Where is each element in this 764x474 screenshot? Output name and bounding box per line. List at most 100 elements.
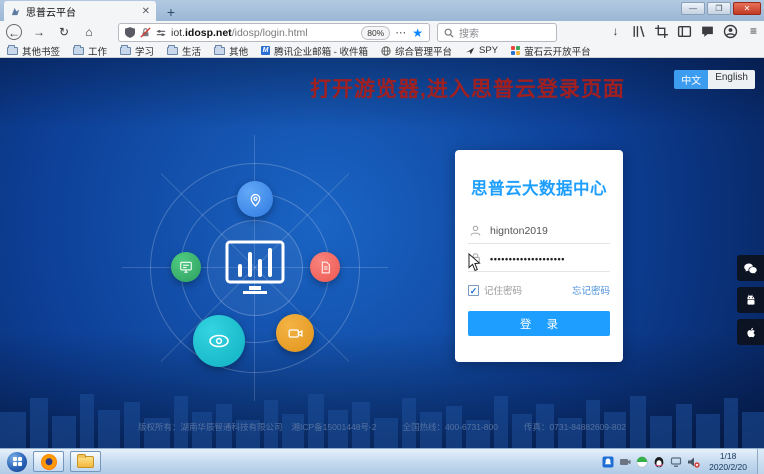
taskbar-firefox-button[interactable]	[33, 451, 64, 472]
permissions-icon[interactable]	[156, 28, 166, 38]
browser-navbar: ← → ↻ ⌂ iot.idosp.net/idosp/login.html 8…	[0, 21, 764, 44]
window-minimize-button[interactable]: —	[681, 2, 705, 15]
downloads-button[interactable]: ↓	[608, 24, 623, 39]
sidebar-icon[interactable]	[677, 24, 692, 39]
bookmark-folder[interactable]: 其他	[214, 44, 248, 58]
browser-tab[interactable]: 思普云平台 ✕	[4, 1, 156, 21]
username-value[interactable]: hignton2019	[490, 225, 548, 237]
windows-taskbar: 1/18 2020/2/20	[0, 448, 764, 474]
user-icon	[469, 224, 482, 237]
folder-icon	[167, 47, 178, 55]
show-desktop-button[interactable]	[757, 449, 764, 474]
search-placeholder: 搜索	[459, 25, 479, 40]
eye-bubble[interactable]	[193, 315, 245, 367]
forward-button[interactable]: →	[31, 24, 47, 40]
globe-icon	[381, 46, 391, 56]
document-icon	[319, 261, 332, 274]
android-app-button[interactable]	[737, 287, 764, 313]
library-icon[interactable]	[631, 24, 646, 39]
language-english-button[interactable]: English	[708, 70, 755, 89]
remember-password-option[interactable]: ✓ 记住密码	[468, 283, 522, 297]
app-download-buttons	[737, 255, 764, 345]
page-footer: 版权所有：湖南华辰智通科技有限公司 湘ICP备15001448号-2 全国热线：…	[0, 421, 764, 433]
home-button[interactable]: ⌂	[81, 24, 97, 40]
map-location-bubble[interactable]	[237, 181, 273, 217]
fax-text: 传真：0731-84882609-802	[524, 421, 626, 433]
account-icon[interactable]	[723, 24, 738, 39]
password-value[interactable]: ••••••••••••••••••••	[490, 254, 565, 264]
bookmark-platform[interactable]: 综合管理平台	[381, 44, 452, 58]
clock-time: 1/18	[709, 451, 747, 461]
tray-green-ball-icon[interactable]	[636, 456, 648, 468]
window-close-button[interactable]: ✕	[733, 2, 761, 15]
bookmarks-bar: 其他书签 工作 学习 生活 其他 M腾讯企业邮箱 - 收件箱 综合管理平台 SP…	[0, 44, 764, 58]
new-tab-button[interactable]: +	[160, 3, 182, 21]
url-display[interactable]: iot.idosp.net/idosp/login.html	[171, 27, 356, 39]
folder-icon	[214, 47, 225, 55]
wechat-icon	[743, 261, 758, 276]
username-field[interactable]: hignton2019	[468, 216, 610, 244]
video-camera-icon	[287, 325, 304, 342]
taskbar-explorer-button[interactable]	[70, 451, 101, 472]
monitor-icon	[179, 260, 193, 274]
forgot-password-link[interactable]: 忘记密码	[572, 283, 610, 297]
zoom-level-badge[interactable]: 80%	[361, 26, 390, 40]
eye-icon	[207, 329, 231, 353]
tab-close-icon[interactable]: ✕	[142, 6, 150, 17]
tray-network-icon[interactable]	[670, 456, 682, 468]
wechat-app-button[interactable]	[737, 255, 764, 281]
mouse-cursor	[468, 253, 481, 272]
login-button[interactable]: 登 录	[468, 311, 610, 336]
bookmark-folder[interactable]: 学习	[120, 44, 154, 58]
tab-title: 思普云平台	[26, 4, 137, 19]
firefox-icon	[41, 454, 57, 470]
bookmark-folder[interactable]: 工作	[73, 44, 107, 58]
folder-icon	[120, 47, 131, 55]
folder-explorer-icon	[77, 456, 94, 468]
remember-label: 记住密码	[484, 283, 522, 297]
screenshot-crop-icon[interactable]	[654, 24, 669, 39]
apple-app-button[interactable]	[737, 319, 764, 345]
taskbar-clock[interactable]: 1/18 2020/2/20	[709, 451, 747, 471]
system-tray: 1/18 2020/2/20	[602, 449, 764, 474]
messages-icon[interactable]	[700, 24, 715, 39]
language-chinese-button[interactable]: 中文	[674, 70, 708, 89]
remember-checkbox[interactable]: ✓	[468, 285, 479, 296]
mail-icon: M	[261, 46, 270, 55]
tray-qq-icon[interactable]	[653, 456, 665, 468]
video-camera-bubble[interactable]	[276, 314, 314, 352]
tab-favicon-icon	[10, 6, 21, 17]
password-field[interactable]: ••••••••••••••••••••	[468, 244, 610, 272]
spy-icon	[465, 46, 475, 56]
search-input[interactable]: 搜索	[437, 23, 557, 42]
tray-device-icon[interactable]	[619, 456, 631, 468]
login-page: 打开游览器,进入思普云登录页面 中文 English	[0, 58, 764, 448]
bookmark-spy[interactable]: SPY	[465, 45, 498, 56]
folder-icon	[7, 47, 18, 55]
shield-icon[interactable]	[125, 27, 135, 38]
reload-button[interactable]: ↻	[56, 24, 72, 40]
menu-button[interactable]: ≡	[746, 24, 761, 39]
bookmark-folder[interactable]: 生活	[167, 44, 201, 58]
copyright-text: 版权所有：湖南华辰智通科技有限公司	[138, 421, 283, 433]
bookmark-mail[interactable]: M腾讯企业邮箱 - 收件箱	[261, 44, 368, 58]
address-bar[interactable]: iot.idosp.net/idosp/login.html 80% ⋯ ★	[118, 23, 430, 42]
insecure-lock-icon[interactable]	[140, 27, 151, 38]
language-toggle: 中文 English	[674, 70, 755, 89]
document-bubble[interactable]	[310, 252, 340, 282]
bookmark-star-icon[interactable]: ★	[412, 26, 423, 40]
start-button[interactable]	[7, 452, 27, 472]
bookmark-ezviz[interactable]: 萤石云开放平台	[511, 44, 591, 58]
icp-text: 湘ICP备15001448号-2	[291, 421, 376, 433]
back-button[interactable]: ←	[6, 24, 22, 40]
window-restore-button[interactable]: ❐	[707, 2, 731, 15]
dashboard-monitor-icon	[223, 238, 287, 296]
map-location-icon	[247, 191, 264, 208]
page-actions-icon[interactable]: ⋯	[395, 26, 407, 39]
monitor-bubble[interactable]	[171, 252, 201, 282]
windows-logo-icon	[13, 457, 22, 466]
tray-notification-icon[interactable]	[602, 456, 614, 468]
folder-icon	[73, 47, 84, 55]
tray-volume-muted-icon[interactable]	[687, 456, 700, 468]
bookmark-folder[interactable]: 其他书签	[7, 44, 60, 58]
